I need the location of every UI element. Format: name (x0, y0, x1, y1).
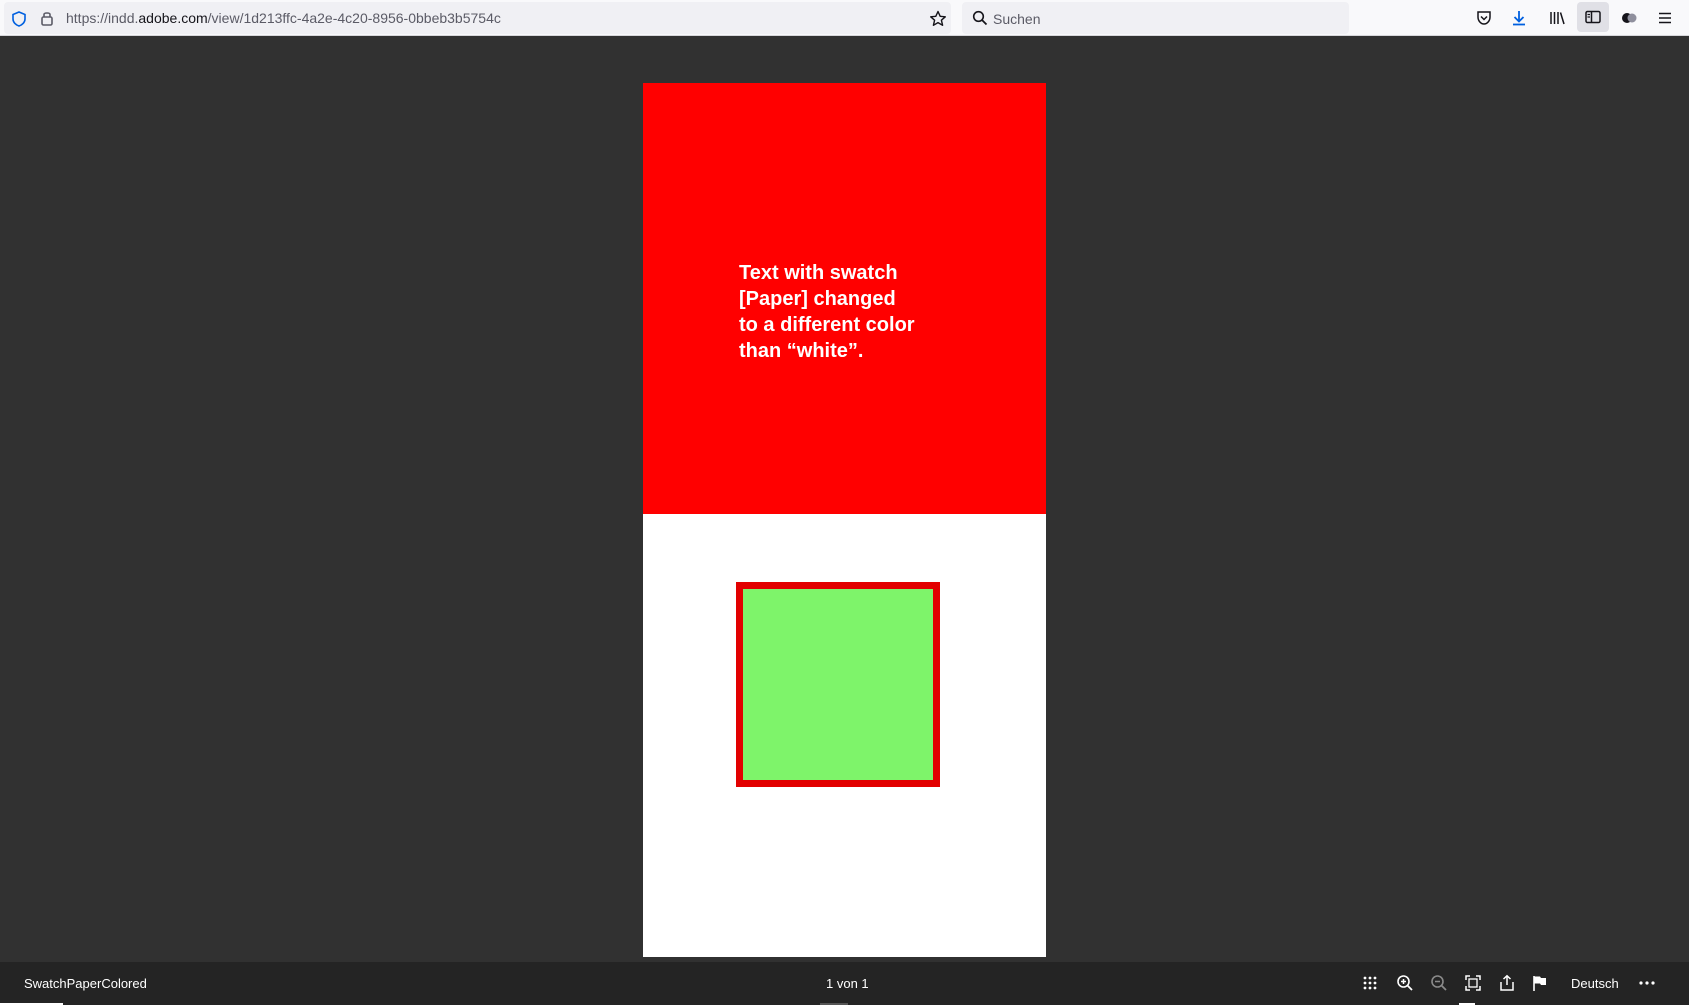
download-icon[interactable] (1506, 5, 1532, 31)
document-page: Text with swatch [Paper] changed to a di… (643, 83, 1046, 957)
paper-color-block: Text with swatch [Paper] changed to a di… (643, 83, 1046, 514)
page-text-line: [Paper] changed (739, 288, 896, 310)
viewer-bottom-bar: SwatchPaperColored 1 von 1 Deutsch (0, 962, 1689, 1005)
document-title: SwatchPaperColored (24, 976, 147, 991)
zoom-in-icon[interactable] (1395, 973, 1415, 993)
flag-icon[interactable] (1530, 973, 1550, 993)
fit-page-icon[interactable] (1463, 973, 1483, 993)
share-icon[interactable] (1497, 973, 1517, 993)
lock-icon[interactable] (38, 9, 56, 27)
grid-icon[interactable] (1360, 973, 1380, 993)
page-text-line: than “white”. (739, 340, 864, 362)
zoom-out-icon[interactable] (1429, 973, 1449, 993)
sidebar-icon[interactable] (1577, 2, 1609, 32)
search-icon (972, 10, 988, 26)
search-bar[interactable]: Suchen (962, 2, 1349, 34)
url-text[interactable]: https://indd.adobe.com/view/1d213ffc-4a2… (66, 10, 501, 26)
library-icon[interactable] (1544, 5, 1570, 31)
page-text-line: to a different color (739, 314, 915, 336)
green-square (736, 582, 940, 787)
browser-toolbar: https://indd.adobe.com/view/1d213ffc-4a2… (0, 0, 1689, 36)
page-text: Text with swatch [Paper] changed to a di… (739, 260, 979, 364)
url-bar[interactable]: https://indd.adobe.com/view/1d213ffc-4a2… (4, 2, 951, 34)
menu-icon[interactable] (1652, 5, 1678, 31)
star-icon[interactable] (928, 9, 948, 29)
page-text-line: Text with swatch (739, 262, 898, 284)
language-selector[interactable]: Deutsch (1571, 976, 1619, 991)
more-icon[interactable] (1637, 973, 1657, 993)
extensions-icon[interactable] (1616, 5, 1642, 31)
page-indicator: 1 von 1 (826, 976, 869, 991)
search-input[interactable]: Suchen (993, 11, 1040, 27)
shield-icon[interactable] (10, 10, 28, 28)
pocket-icon[interactable] (1471, 5, 1497, 31)
